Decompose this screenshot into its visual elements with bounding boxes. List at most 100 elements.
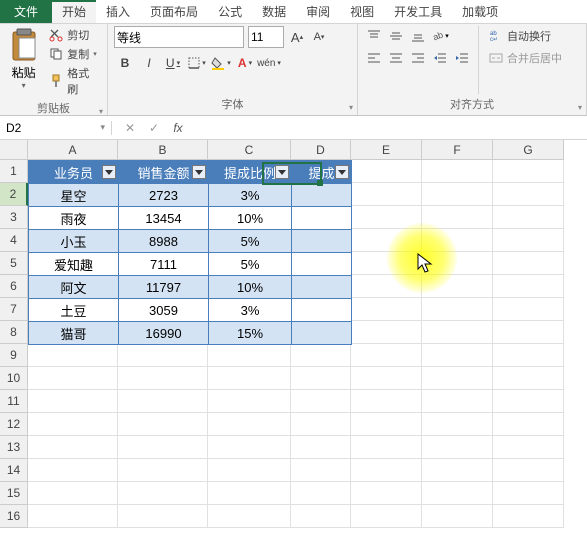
cell[interactable]: [493, 298, 564, 321]
table-cell[interactable]: 10%: [209, 276, 292, 299]
cell[interactable]: [291, 390, 351, 413]
cell[interactable]: [208, 344, 291, 367]
table-cell[interactable]: 7111: [119, 253, 209, 276]
cell[interactable]: [208, 459, 291, 482]
table-cell[interactable]: 土豆: [29, 299, 119, 322]
decrease-indent-button[interactable]: [430, 48, 450, 68]
cell[interactable]: [208, 390, 291, 413]
align-middle-button[interactable]: [386, 26, 406, 46]
row-header-14[interactable]: 14: [0, 459, 28, 482]
cell[interactable]: [351, 298, 422, 321]
cell[interactable]: [493, 321, 564, 344]
cell[interactable]: [351, 482, 422, 505]
table-cell[interactable]: 阿文: [29, 276, 119, 299]
enter-formula-button[interactable]: ✓: [144, 118, 164, 138]
paste-button[interactable]: 粘贴 ▾: [6, 26, 41, 98]
cell[interactable]: [351, 436, 422, 459]
cell[interactable]: [28, 436, 118, 459]
cell[interactable]: [351, 252, 422, 275]
cell[interactable]: [422, 436, 493, 459]
font-color-button[interactable]: A: [234, 52, 256, 74]
cell[interactable]: [422, 390, 493, 413]
cell[interactable]: [422, 275, 493, 298]
cell[interactable]: [422, 206, 493, 229]
col-header-G[interactable]: G: [493, 140, 564, 160]
table-cell[interactable]: 猫哥: [29, 322, 119, 345]
align-bottom-button[interactable]: [408, 26, 428, 46]
cell[interactable]: [208, 482, 291, 505]
filter-dropdown-icon[interactable]: [275, 165, 289, 179]
cell[interactable]: [351, 505, 422, 528]
table-cell[interactable]: 10%: [209, 207, 292, 230]
filter-dropdown-icon[interactable]: [192, 165, 206, 179]
cell[interactable]: [291, 413, 351, 436]
col-header-D[interactable]: D: [291, 140, 351, 160]
tab-developer[interactable]: 开发工具: [384, 0, 452, 23]
cell[interactable]: [351, 344, 422, 367]
col-header-A[interactable]: A: [28, 140, 118, 160]
cell[interactable]: [493, 229, 564, 252]
cell[interactable]: [493, 344, 564, 367]
cell[interactable]: [118, 459, 208, 482]
cut-button[interactable]: 剪切: [47, 26, 101, 44]
cell[interactable]: [351, 160, 422, 183]
cell[interactable]: [118, 482, 208, 505]
cell[interactable]: [493, 183, 564, 206]
table-cell[interactable]: 3%: [209, 299, 292, 322]
table-cell[interactable]: 11797: [119, 276, 209, 299]
table-cell[interactable]: 8988: [119, 230, 209, 253]
increase-font-button[interactable]: A▴: [288, 26, 306, 48]
cell[interactable]: [291, 505, 351, 528]
cell[interactable]: [422, 298, 493, 321]
row-header-16[interactable]: 16: [0, 505, 28, 528]
cell[interactable]: [493, 206, 564, 229]
table-cell[interactable]: 小玉: [29, 230, 119, 253]
table-header[interactable]: 销售金额: [119, 161, 209, 184]
cell[interactable]: [493, 413, 564, 436]
select-all-corner[interactable]: [0, 140, 28, 160]
table-cell[interactable]: 16990: [119, 322, 209, 345]
align-top-button[interactable]: [364, 26, 384, 46]
cell[interactable]: [422, 482, 493, 505]
table-cell[interactable]: 星空: [29, 184, 119, 207]
cell[interactable]: [422, 160, 493, 183]
tab-file[interactable]: 文件: [0, 0, 52, 23]
table-header[interactable]: 提成比例: [209, 161, 292, 184]
align-right-button[interactable]: [408, 48, 428, 68]
cell[interactable]: [422, 459, 493, 482]
cell[interactable]: [351, 183, 422, 206]
cell[interactable]: [351, 413, 422, 436]
cell[interactable]: [28, 482, 118, 505]
row-header-15[interactable]: 15: [0, 482, 28, 505]
cell[interactable]: [208, 505, 291, 528]
align-center-button[interactable]: [386, 48, 406, 68]
font-size-select[interactable]: [248, 26, 284, 48]
cell[interactable]: [422, 252, 493, 275]
cancel-formula-button[interactable]: ✕: [120, 118, 140, 138]
cell[interactable]: [118, 344, 208, 367]
tab-home[interactable]: 开始: [52, 0, 96, 23]
underline-button[interactable]: U: [162, 52, 184, 74]
insert-function-button[interactable]: fx: [168, 118, 188, 138]
col-header-F[interactable]: F: [422, 140, 493, 160]
cell[interactable]: [351, 229, 422, 252]
cell[interactable]: [118, 390, 208, 413]
decrease-font-button[interactable]: A▾: [310, 26, 328, 48]
col-header-E[interactable]: E: [351, 140, 422, 160]
cell[interactable]: [351, 275, 422, 298]
row-header-12[interactable]: 12: [0, 413, 28, 436]
table-cell[interactable]: [292, 253, 352, 276]
tab-addins[interactable]: 加载项: [452, 0, 508, 23]
cell[interactable]: [291, 482, 351, 505]
col-header-B[interactable]: B: [118, 140, 208, 160]
cell[interactable]: [422, 183, 493, 206]
cell[interactable]: [351, 459, 422, 482]
row-header-4[interactable]: 4: [0, 229, 28, 252]
cell[interactable]: [351, 321, 422, 344]
table-cell[interactable]: 3%: [209, 184, 292, 207]
cell[interactable]: [422, 367, 493, 390]
cell[interactable]: [493, 505, 564, 528]
row-header-2[interactable]: 2: [0, 183, 28, 206]
cell[interactable]: [28, 459, 118, 482]
tab-page-layout[interactable]: 页面布局: [140, 0, 208, 23]
